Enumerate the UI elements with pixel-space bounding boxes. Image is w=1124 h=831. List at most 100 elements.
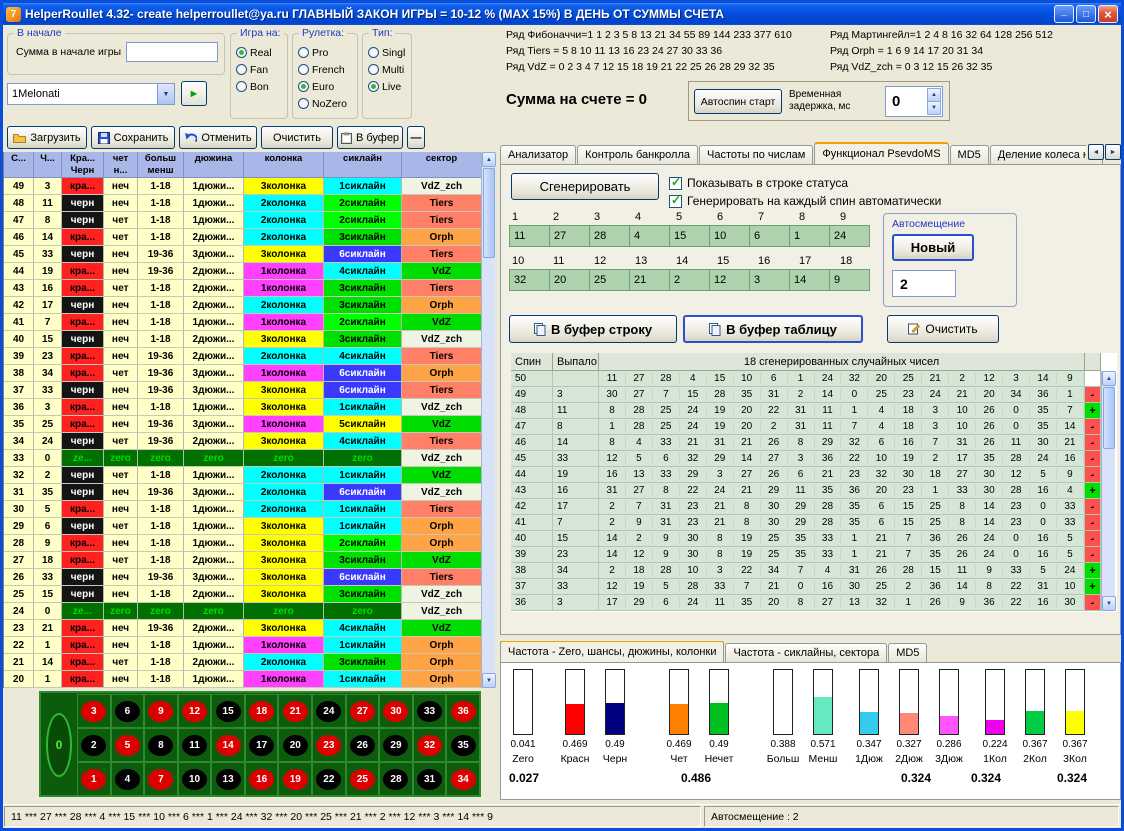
checkbox-checked-icon[interactable]: [669, 177, 682, 190]
tab-Анализатор[interactable]: Анализатор: [500, 145, 576, 164]
history-row[interactable]: 417кра...неч1-181дюжи...1колонка2сиклайн…: [4, 314, 482, 331]
board-number-8[interactable]: 8: [144, 728, 178, 762]
history-row[interactable]: 2515черннеч1-182дюжи...3колонка3сиклайнV…: [4, 586, 482, 603]
history-row[interactable]: 289кра...неч1-181дюжи...3колонка2сиклайн…: [4, 535, 482, 552]
history-row[interactable]: 221кра...неч1-181дюжи...1колонка1сиклайн…: [4, 637, 482, 654]
history-row[interactable]: 305кра...неч1-181дюжи...2колонка1сиклайн…: [4, 501, 482, 518]
board-number-35[interactable]: 35: [446, 728, 480, 762]
history-row[interactable]: 2114кра...чет1-182дюжи...2колонка3сиклай…: [4, 654, 482, 671]
save-button[interactable]: Сохранить: [91, 126, 175, 149]
minimize-icon[interactable]: [1054, 5, 1074, 23]
history-vertical-scrollbar[interactable]: [481, 152, 495, 688]
checkbox-checked-icon[interactable]: [669, 195, 682, 208]
scroll-down-icon[interactable]: [1102, 596, 1116, 611]
board-number-11[interactable]: 11: [178, 728, 212, 762]
board-number-4[interactable]: 4: [111, 762, 145, 796]
history-header-0[interactable]: С...: [4, 152, 34, 178]
history-row[interactable]: 2321кра...неч19-362дюжи...3колонка4сикла…: [4, 620, 482, 637]
history-header-6[interactable]: колонка: [244, 152, 324, 178]
tab-Частоты по числам[interactable]: Частоты по числам: [699, 145, 813, 164]
tab-MD5[interactable]: MD5: [950, 145, 989, 164]
board-number-13[interactable]: 13: [211, 762, 245, 796]
board-number-34[interactable]: 34: [446, 762, 480, 796]
history-row[interactable]: 4419кра...неч19-362дюжи...1колонка4сикла…: [4, 263, 482, 280]
tab-scroll-right-icon[interactable]: [1105, 144, 1121, 160]
buffer-row-button[interactable]: В буфер строку: [509, 315, 677, 343]
history-row[interactable]: 3923кра...неч19-362дюжи...2колонка4сикла…: [4, 348, 482, 365]
board-number-24[interactable]: 24: [312, 694, 346, 728]
board-number-0[interactable]: 0: [46, 713, 72, 777]
play-button[interactable]: [181, 81, 207, 106]
history-row[interactable]: 363кра...неч1-181дюжи...3колонка1сиклайн…: [4, 399, 482, 416]
preset-combobox[interactable]: 1Melonati: [7, 83, 175, 105]
history-row[interactable]: 240ze...zerozerozerozerozeroVdZ_zch: [4, 603, 482, 620]
result-row[interactable]: 50112728415106124322025212123149: [511, 371, 1101, 387]
history-row[interactable]: 493кра...неч1-181дюжи...3колонка1сиклайн…: [4, 178, 482, 195]
autoshift-input[interactable]: 2: [892, 270, 956, 297]
checkbox-generate-each-spin[interactable]: Генерировать на каждый спин автоматическ…: [669, 193, 941, 209]
radio-option-Real[interactable]: Real: [236, 44, 285, 61]
result-row[interactable]: 4217273123218302928356152581423033-: [511, 499, 1101, 515]
board-number-31[interactable]: 31: [413, 762, 447, 796]
freq-tab-Частота - Zero, шансы, дюжины, колонки[interactable]: Частота - Zero, шансы, дюжины, колонки: [500, 641, 724, 662]
autospin-start-button[interactable]: Автоспин старт: [694, 89, 782, 114]
result-row[interactable]: 37331219528337210163025236148223110+: [511, 579, 1101, 595]
history-header-4[interactable]: большменш: [138, 152, 184, 178]
board-number-7[interactable]: 7: [144, 762, 178, 796]
result-row[interactable]: 3923141293081925353312173526240165-: [511, 547, 1101, 563]
board-number-12[interactable]: 12: [178, 694, 212, 728]
history-header-3[interactable]: четн...: [104, 152, 138, 178]
start-sum-input[interactable]: [126, 42, 218, 62]
history-row[interactable]: 4614кра...чет1-182дюжи...2колонка3сиклай…: [4, 229, 482, 246]
freq-tab-MD5[interactable]: MD5: [888, 643, 927, 662]
spinner-down-icon[interactable]: [927, 101, 941, 115]
clear-button[interactable]: Очистить: [261, 126, 333, 149]
tab-scroll-left-icon[interactable]: [1088, 144, 1104, 160]
radio-option-Live[interactable]: Live: [368, 78, 409, 95]
scroll-up-icon[interactable]: [1102, 371, 1116, 386]
undo-button[interactable]: Отменить: [179, 126, 257, 149]
new-button[interactable]: Новый: [892, 234, 974, 261]
board-number-16[interactable]: 16: [245, 762, 279, 796]
history-header-2[interactable]: Кра...Черн: [62, 152, 104, 178]
board-number-17[interactable]: 17: [245, 728, 279, 762]
radio-option-Singl[interactable]: Singl: [368, 44, 409, 61]
board-number-9[interactable]: 9: [144, 694, 178, 728]
maximize-icon[interactable]: [1076, 5, 1096, 23]
history-row[interactable]: 296чернчет1-181дюжи...3колонка1сиклайнOr…: [4, 518, 482, 535]
tab-Функционал PsevdoMS[interactable]: Функционал PsevdoMS: [814, 142, 948, 164]
result-row[interactable]: 4316312782224212911353620231333028164+: [511, 483, 1101, 499]
freq-tab-Частота - сиклайны, сектора[interactable]: Частота - сиклайны, сектора: [725, 643, 887, 662]
close-icon[interactable]: [1098, 5, 1118, 23]
result-row[interactable]: 36317296241135208271332126936221630-: [511, 595, 1101, 611]
chevron-down-icon[interactable]: [157, 84, 174, 104]
board-number-18[interactable]: 18: [245, 694, 279, 728]
board-number-29[interactable]: 29: [379, 728, 413, 762]
load-button[interactable]: Загрузить: [7, 126, 87, 149]
board-number-1[interactable]: 1: [77, 762, 111, 796]
result-row[interactable]: 49330277152835312140252324212034361-: [511, 387, 1101, 403]
history-row[interactable]: 3135черннеч19-363дюжи...2колонка6сиклайн…: [4, 484, 482, 501]
board-number-30[interactable]: 30: [379, 694, 413, 728]
radio-option-Bon[interactable]: Bon: [236, 78, 285, 95]
history-row[interactable]: 322чернчет1-181дюжи...2колонка1сиклайнVd…: [4, 467, 482, 484]
history-row[interactable]: 330ze...zerozerozerozerozeroVdZ_zch: [4, 450, 482, 467]
board-number-19[interactable]: 19: [278, 762, 312, 796]
board-number-33[interactable]: 33: [413, 694, 447, 728]
result-row[interactable]: 453312563229142733622101921735282416-: [511, 451, 1101, 467]
buffer-table-button[interactable]: В буфер таблицу: [683, 315, 863, 343]
board-number-23[interactable]: 23: [312, 728, 346, 762]
history-header-7[interactable]: сиклайн: [324, 152, 402, 178]
scroll-down-icon[interactable]: [482, 673, 496, 688]
history-header-1[interactable]: Ч...: [34, 152, 62, 178]
history-row[interactable]: 2718кра...чет1-182дюжи...3колонка3сиклай…: [4, 552, 482, 569]
result-row[interactable]: 401514293081925353312173626240165-: [511, 531, 1101, 547]
tab-Контроль банкролла[interactable]: Контроль банкролла: [577, 145, 698, 164]
board-number-25[interactable]: 25: [346, 762, 380, 796]
history-row[interactable]: 4316кра...чет1-182дюжи...1колонка3сиклай…: [4, 280, 482, 297]
result-row[interactable]: 4811828252419202231111418310260357+: [511, 403, 1101, 419]
board-number-20[interactable]: 20: [278, 728, 312, 762]
board-number-3[interactable]: 3: [77, 694, 111, 728]
collapse-button[interactable]: —: [407, 126, 425, 149]
radio-option-French[interactable]: French: [298, 61, 355, 78]
